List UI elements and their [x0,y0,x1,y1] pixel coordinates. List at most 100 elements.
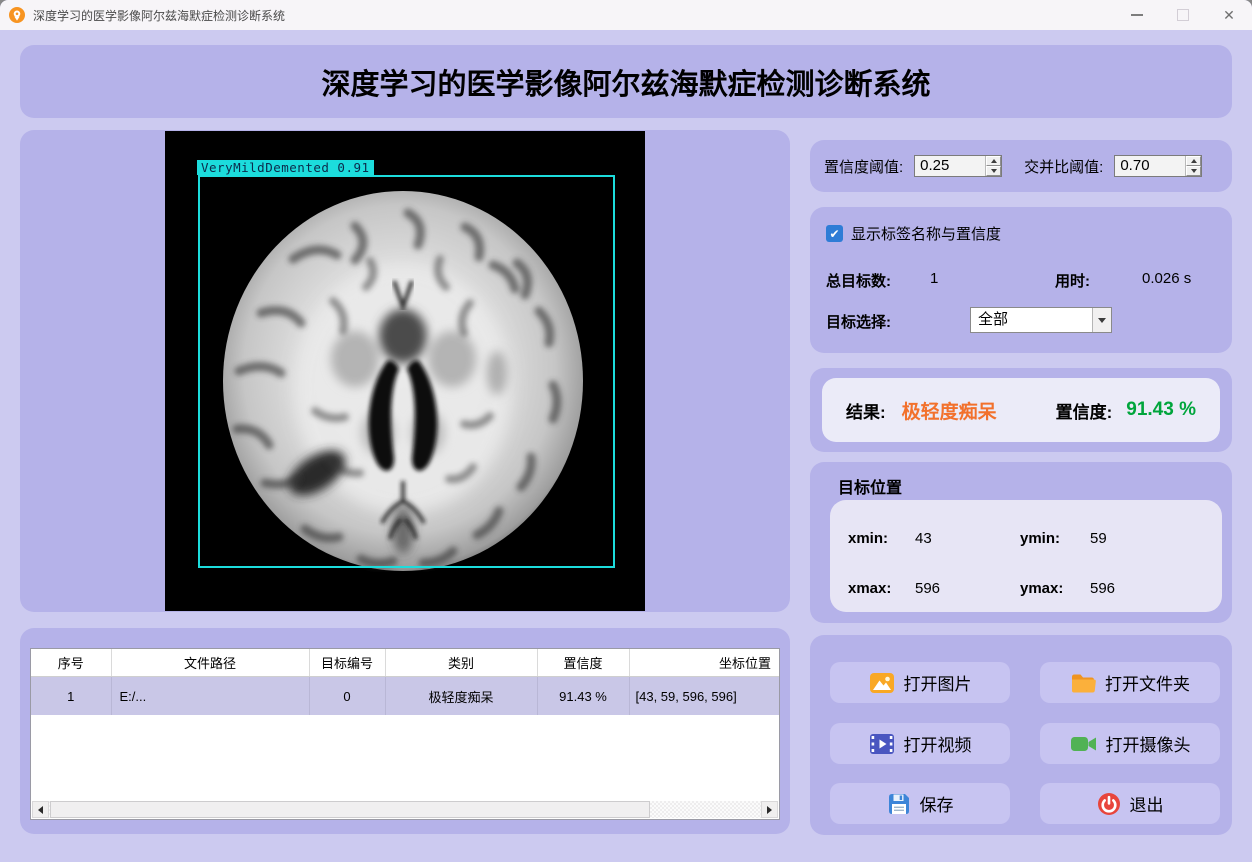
target-select-value: 全部 [978,311,1009,328]
detection-label: VeryMildDemented 0.91 [197,160,374,175]
minimize-icon [1131,14,1143,16]
horizontal-scrollbar[interactable] [32,801,778,818]
application-window: 深度学习的医学影像阿尔兹海默症检测诊断系统 ✕ 深度学习的医学影像阿尔兹海默症检… [0,0,1252,862]
save-label: 保存 [919,796,954,815]
scrollbar-thumb[interactable] [50,801,650,818]
confidence-spin-up-button[interactable] [986,156,1002,166]
close-icon: ✕ [1223,7,1235,23]
cell-index[interactable]: 1 [31,676,112,715]
target-position-panel: 目标位置 xmin: 43 ymin: 59 xmax: 596 ymax: 5… [810,462,1232,623]
table-header-row: 序号 文件路径 目标编号 类别 置信度 坐标位置 [31,649,779,677]
header-category[interactable]: 类别 [385,649,538,677]
xmax-value: 596 [915,580,941,597]
save-button[interactable]: 保存 [830,783,1010,824]
results-table[interactable]: 序号 文件路径 目标编号 类别 置信度 坐标位置 1 E:/... 0 极轻度痴… [30,648,780,820]
result-panel: 结果: 极轻度痴呆 置信度: 91.43 % [810,368,1232,452]
total-targets-label: 总目标数: [826,273,891,290]
detection-bounding-box [198,175,615,568]
target-select-label: 目标选择: [826,314,891,331]
xmin-label: xmin: [848,530,889,547]
result-label: 结果: [846,402,886,422]
header-confidence[interactable]: 置信度 [537,649,630,677]
page-title: 深度学习的医学影像阿尔兹海默症检测诊断系统 [321,68,931,101]
show-labels-checkbox[interactable]: ✔ [826,225,843,242]
save-icon [888,793,909,814]
open-folder-label: 打开文件夹 [1105,675,1190,694]
arrow-left-icon [38,805,43,814]
iou-spin-up-button[interactable] [1186,156,1202,166]
iou-threshold-spinbox[interactable]: 0.70 [1114,155,1203,177]
open-image-label: 打开图片 [903,675,972,694]
chevron-down-icon [1098,317,1106,323]
result-confidence-label: 置信度: [1055,402,1113,422]
cell-category[interactable]: 极轻度痴呆 [385,676,538,715]
result-value: 极轻度痴呆 [901,401,997,423]
folder-icon [1072,674,1096,692]
camera-icon [1070,736,1096,751]
header-file-path[interactable]: 文件路径 [111,649,310,677]
scroll-left-button[interactable] [32,801,49,818]
thresholds-panel: 置信度阈值: 0.25 交并比阈值: 0.70 [810,140,1232,192]
title-bar: 深度学习的医学影像阿尔兹海默症检测诊断系统 ✕ [0,0,1252,30]
ymax-label: ymax: [1020,580,1064,597]
up-arrow-icon [1190,159,1197,163]
target-position-box: xmin: 43 ymin: 59 xmax: 596 ymax: 596 [830,500,1222,612]
target-position-title: 目标位置 [838,480,903,497]
exit-button[interactable]: 退出 [1040,783,1220,824]
result-box: 结果: 极轻度痴呆 置信度: 91.43 % [822,378,1220,442]
cell-confidence[interactable]: 91.43 % [537,676,630,715]
image-viewer-panel: VeryMildDemented 0.91 [20,130,790,612]
banner: 深度学习的医学影像阿尔兹海默症检测诊断系统 [20,45,1232,118]
close-button[interactable]: ✕ [1206,0,1252,30]
arrow-right-icon [767,805,772,814]
scroll-right-button[interactable] [761,801,778,818]
iou-threshold-value[interactable]: 0.70 [1115,156,1185,176]
confidence-threshold-value[interactable]: 0.25 [915,156,985,176]
cell-coordinates[interactable]: [43, 59, 596, 596] [629,676,779,715]
ymin-value: 59 [1090,530,1107,547]
open-video-button[interactable]: 打开视频 [830,723,1010,764]
header-target-id[interactable]: 目标编号 [309,649,386,677]
target-select-dropdown[interactable]: 全部 [970,307,1112,333]
elapsed-time-label: 用时: [1055,273,1090,290]
window-title: 深度学习的医学影像阿尔兹海默症检测诊断系统 [33,8,286,23]
power-icon [1097,792,1120,815]
mri-image-display: VeryMildDemented 0.91 [165,131,645,611]
header-index[interactable]: 序号 [31,649,112,677]
detection-info-panel: ✔ 显示标签名称与置信度 总目标数: 1 用时: 0.026 s 目标选择: 全… [810,207,1232,353]
result-confidence-value: 91.43 % [1126,399,1196,420]
maximize-icon [1177,9,1189,21]
cell-file-path[interactable]: E:/... [111,676,310,715]
open-camera-button[interactable]: 打开摄像头 [1040,723,1220,764]
ymax-value: 596 [1090,580,1116,597]
header-coordinates[interactable]: 坐标位置 [629,649,779,677]
app-icon [9,7,25,23]
video-icon [869,733,894,754]
show-labels-option[interactable]: ✔ 显示标签名称与置信度 [826,223,1001,244]
actions-panel: 打开图片 打开文件夹 打开视频 打开摄像头 保存 退出 [810,635,1232,835]
minimize-button[interactable] [1114,0,1160,30]
total-targets-value: 1 [930,270,939,287]
open-image-button[interactable]: 打开图片 [830,662,1010,703]
open-camera-label: 打开摄像头 [1105,736,1191,755]
confidence-threshold-label: 置信度阈值: [824,158,904,176]
open-video-label: 打开视频 [903,736,972,755]
iou-spin-down-button[interactable] [1186,166,1202,176]
down-arrow-icon [990,169,997,173]
xmin-value: 43 [915,530,932,547]
table-row[interactable]: 1 E:/... 0 极轻度痴呆 91.43 % [43, 59, 596, 5… [31,676,779,715]
iou-threshold-label: 交并比阈值: [1024,158,1104,176]
maximize-button[interactable] [1160,0,1206,30]
open-folder-button[interactable]: 打开文件夹 [1040,662,1220,703]
down-arrow-icon [1190,169,1197,173]
check-icon: ✔ [829,226,840,241]
xmax-label: xmax: [848,580,892,597]
image-icon [869,672,894,693]
dropdown-button[interactable] [1092,308,1111,332]
confidence-spin-down-button[interactable] [986,166,1002,176]
cell-target-id[interactable]: 0 [309,676,386,715]
confidence-threshold-spinbox[interactable]: 0.25 [914,155,1003,177]
results-table-panel: 序号 文件路径 目标编号 类别 置信度 坐标位置 1 E:/... 0 极轻度痴… [20,628,790,834]
ymin-label: ymin: [1020,530,1061,547]
up-arrow-icon [990,159,997,163]
